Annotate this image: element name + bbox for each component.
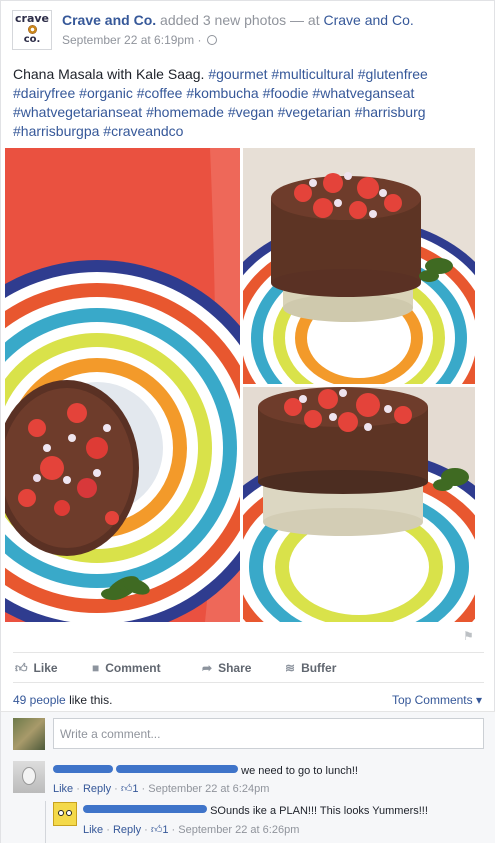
buffer-label: Buffer [301,661,337,675]
commenter-1-name-redacted[interactable] [53,765,239,777]
reply-thread-line [45,801,46,843]
buffer-stack-icon: ≋ [285,661,296,675]
comment-1-text: we need to go to lunch!! [241,765,358,777]
hashtag-link[interactable]: #gourmet [208,66,267,82]
comment-2-reply-link[interactable]: Reply [113,824,141,836]
hashtag-link[interactable]: #coffee [137,85,183,101]
avatar-logo-text-top: crave [15,12,49,25]
action-bar: 👍︎ Like ■ Comment ➦ Share ≋ Buffer [13,652,484,683]
likes-suffix: like this. [69,693,113,707]
likes-count-link[interactable]: 49 people [13,693,66,707]
comment-label: Comment [105,661,161,675]
comment-2: SOunds ike a PLAN!!! This looks Yummers!… [83,805,428,817]
comment-2-like-link[interactable]: Like [83,824,103,836]
page-avatar[interactable]: crave co. [12,10,52,50]
avatar-logo-text-bottom: co. [23,34,41,45]
avatar-eye [58,810,64,816]
post-action-text: added 3 new photos — at [160,12,320,28]
hashtag-link[interactable]: #organic [79,85,133,101]
page-name-link[interactable]: Crave and Co. [62,12,156,28]
post-timestamp-row: September 22 at 6:19pm · [62,33,217,47]
post-header: Crave and Co. added 3 new photos — at Cr… [62,12,414,29]
flag-icon[interactable]: ⚑ [463,629,474,643]
hashtag-link[interactable]: #dairyfree [13,85,75,101]
comment-1-reply-link[interactable]: Reply [83,783,111,795]
hashtag-link[interactable]: #whatveganseat [312,85,414,101]
photo-1-image [5,148,240,622]
commenter-2-name-redacted[interactable] [83,805,207,817]
photo-1[interactable] [5,148,240,622]
donut-logo-icon [27,25,37,34]
thumbs-up-icon: 👍︎ [120,783,133,795]
hashtag-link[interactable]: #vegan [228,104,274,120]
hashtag-link[interactable]: #multicultural [271,66,353,82]
commenter-1-avatar[interactable] [13,761,45,793]
comment-1-like-count[interactable]: 1 [132,783,138,795]
facebook-post: crave co. Crave and Co. added 3 new phot… [0,0,495,843]
thumbs-up-icon: 👍︎ [15,661,28,675]
hashtag-link[interactable]: #kombucha [186,85,258,101]
like-label: Like [33,661,58,675]
comment-2-date[interactable]: September 22 at 6:26pm [178,824,299,836]
comment-input[interactable]: Write a comment... [53,718,484,749]
speech-bubble-icon: ■ [92,661,100,675]
photo-2-image [243,148,475,384]
separator-dot: · [197,33,202,47]
like-button[interactable]: 👍︎ Like [15,661,58,676]
location-link[interactable]: Crave and Co. [323,12,413,28]
likes-summary: 49 people like this. [13,693,112,707]
hashtag-link[interactable]: #vegetarian [278,104,351,120]
current-user-avatar[interactable] [13,718,45,750]
post-date-link[interactable]: September 22 at 6:19pm [62,33,194,47]
hashtag-link[interactable]: #craveandco [103,123,183,139]
share-arrow-icon: ➦ [202,661,213,675]
hashtag-link[interactable]: #harrisburg [355,104,426,120]
hashtag-link[interactable]: #harrisburgpa [13,123,99,139]
photo-3[interactable] [243,387,475,622]
hashtag-link[interactable]: #glutenfree [358,66,428,82]
share-button[interactable]: ➦ Share [202,661,251,675]
post-message: Chana Masala with Kale Saag. #gourmet #m… [13,65,483,141]
avatar-eye [66,810,72,816]
hashtag-link[interactable]: #whatvegetarianseat [13,104,142,120]
comment-2-like-count[interactable]: 1 [162,824,168,836]
commenter-2-avatar[interactable] [53,802,77,826]
comment-1-meta: Like · Reply · 👍︎1 · September 22 at 6:2… [53,783,270,795]
comment-1: we need to go to lunch!! [53,765,358,777]
comment-2-meta: Like · Reply · 👍︎1 · September 22 at 6:2… [83,824,300,836]
comment-2-text: SOunds ike a PLAN!!! This looks Yummers!… [210,805,428,817]
photo-2[interactable] [243,148,475,384]
photo-3-image [243,387,475,622]
comment-1-like-link[interactable]: Like [53,783,73,795]
comment-button[interactable]: ■ Comment [92,661,161,675]
avatar-face [22,767,36,785]
thumbs-up-icon: 👍︎ [150,824,163,836]
globe-icon[interactable] [206,35,217,45]
comment-1-date[interactable]: September 22 at 6:24pm [148,783,269,795]
message-title: Chana Masala with Kale Saag. [13,66,205,82]
hashtag-link[interactable]: #homemade [146,104,224,120]
top-comments-dropdown[interactable]: Top Comments ▾ [392,693,482,707]
share-label: Share [218,661,252,675]
hashtag-link[interactable]: #foodie [263,85,309,101]
buffer-button[interactable]: ≋ Buffer [285,661,336,675]
